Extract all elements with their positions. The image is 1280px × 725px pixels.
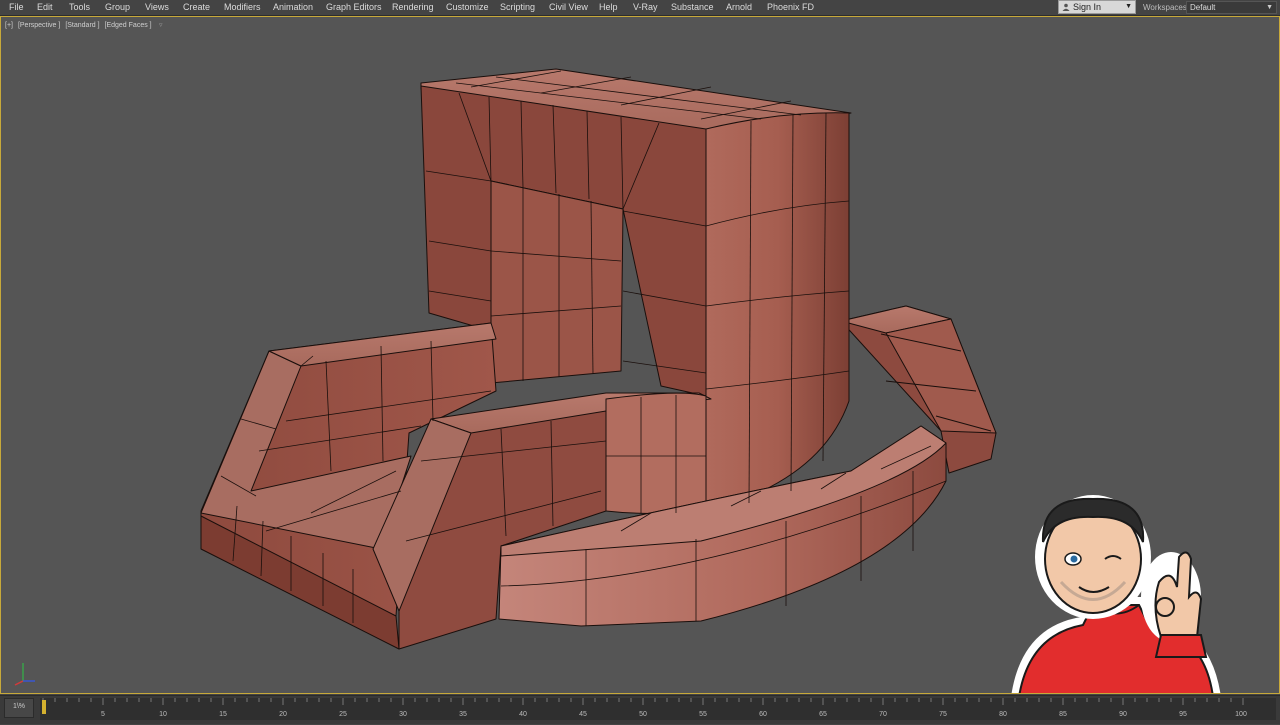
sign-in-button[interactable]: Sign In ▼ — [1058, 0, 1136, 14]
menu-v-ray[interactable]: V-Ray — [633, 1, 658, 13]
tick-label: 55 — [699, 711, 707, 718]
timeline-toggle-button[interactable]: 1\% — [4, 698, 34, 718]
tick-label: 45 — [579, 711, 587, 718]
avatar — [1011, 495, 1221, 693]
tick-label: 20 — [279, 711, 287, 718]
menu-file[interactable]: File — [9, 1, 24, 13]
menu-create[interactable]: Create — [183, 1, 210, 13]
menu-modifiers[interactable]: Modifiers — [224, 1, 261, 13]
menu-views[interactable]: Views — [145, 1, 169, 13]
menu-animation[interactable]: Animation — [273, 1, 313, 13]
menu-tools[interactable]: Tools — [69, 1, 90, 13]
tick-label: 90 — [1119, 711, 1127, 718]
tick-label: 80 — [999, 711, 1007, 718]
menu-substance[interactable]: Substance — [671, 1, 714, 13]
user-icon — [1062, 3, 1070, 11]
perspective-viewport[interactable]: [+] [Perspective ] [Standard ] [Edged Fa… — [0, 16, 1280, 694]
tick-label: 40 — [519, 711, 527, 718]
tick-label: 95 — [1179, 711, 1187, 718]
tick-label: 85 — [1059, 711, 1067, 718]
menu-edit[interactable]: Edit — [37, 1, 53, 13]
timeline-toggle-label: 1\% — [12, 703, 26, 710]
tick-label: 10 — [159, 711, 167, 718]
tick-label: 30 — [399, 711, 407, 718]
tick-label: 65 — [819, 711, 827, 718]
menu-phoenix-fd[interactable]: Phoenix FD — [767, 1, 814, 13]
menu-scripting[interactable]: Scripting — [500, 1, 535, 13]
tick-label: 5 — [101, 711, 105, 718]
workspaces-value: Default — [1190, 3, 1216, 12]
menu-customize[interactable]: Customize — [446, 1, 489, 13]
menu-bar: File Edit Tools Group Views Create Modif… — [0, 0, 1280, 16]
timeline: 1\% — [0, 695, 1280, 724]
tick-label: 70 — [879, 711, 887, 718]
tick-label: 50 — [639, 711, 647, 718]
tick-label: 75 — [939, 711, 947, 718]
menu-group[interactable]: Group — [105, 1, 130, 13]
sign-in-label: Sign In — [1073, 2, 1102, 12]
menu-arnold[interactable]: Arnold — [726, 1, 752, 13]
tick-label: 35 — [459, 711, 467, 718]
axis-gizmo-icon — [14, 663, 35, 686]
chevron-down-icon: ▼ — [1266, 4, 1273, 11]
menu-graph-editors[interactable]: Graph Editors — [326, 1, 382, 13]
tick-label: 60 — [759, 711, 767, 718]
menu-rendering[interactable]: Rendering — [392, 1, 434, 13]
time-slider[interactable] — [42, 700, 46, 714]
tick-label: 15 — [219, 711, 227, 718]
workspaces-dropdown[interactable]: Default ▼ — [1186, 1, 1277, 14]
chevron-down-icon: ▼ — [1125, 3, 1132, 10]
menu-help[interactable]: Help — [599, 1, 618, 13]
menu-civil-view[interactable]: Civil View — [549, 1, 588, 13]
tick-label: 100 — [1235, 711, 1247, 718]
tick-label: 25 — [339, 711, 347, 718]
workspaces-label: Workspaces: — [1143, 3, 1190, 12]
